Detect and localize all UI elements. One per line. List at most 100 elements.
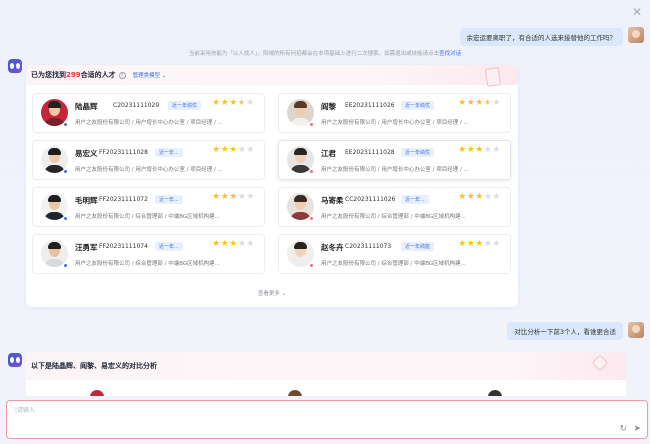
star-icon: ★ — [475, 145, 484, 155]
candidate-card[interactable]: 赵冬卉 C20231111073 近一年绩能 ★★★★★ 用户之友股份有限公司 … — [278, 234, 511, 274]
rating-stars: ★★★★★ — [458, 145, 501, 155]
send-icon[interactable]: ➤ — [633, 424, 641, 434]
candidate-org-path: 用户之友股份有限公司 / 综合管理部 / 中端BG区域机构建... — [75, 261, 220, 267]
male-gender-icon — [63, 122, 68, 127]
star-icon: ★ — [466, 192, 476, 202]
star-icon: ★ — [458, 98, 467, 108]
star-icon: ★ — [246, 98, 255, 108]
candidate-name[interactable]: 江君 — [321, 148, 336, 159]
female-gender-icon — [309, 263, 314, 268]
star-icon: ★ — [212, 98, 221, 108]
candidate-card[interactable]: 毛明辉 FF20231111072 近一年... ★★★★★ 用户之友股份有限公… — [32, 187, 265, 227]
candidate-card[interactable]: 陆晶辉 C20231111029 近一年绩优 ★★★★★ 用户之友股份有限公司 … — [32, 93, 265, 133]
candidate-card[interactable]: 马寄柔 CC20231111026 近一年... ★★★★★ 用户之友股份有限公… — [278, 187, 511, 227]
chat-input-box[interactable]: ↻ ➤ — [6, 400, 648, 439]
performance-tag: 近一年绩优 — [401, 148, 435, 157]
star-icon: ★ — [229, 98, 238, 108]
candidate-name[interactable]: 毛明辉 — [75, 195, 98, 206]
candidate-card[interactable]: 易宏义 FF20231111028 近一年... ★★★★★ 用户之友股份有限公… — [32, 140, 265, 180]
refresh-icon[interactable]: ↻ — [619, 424, 627, 434]
star-icon: ★ — [246, 239, 255, 249]
candidate-grid: 陆晶辉 C20231111029 近一年绩优 ★★★★★ 用户之友股份有限公司 … — [32, 93, 511, 274]
close-icon[interactable]: ✕ — [630, 5, 644, 19]
star-icon: ★ — [466, 239, 476, 249]
candidate-name[interactable]: 易宏义 — [75, 148, 98, 159]
compare-title: 以下是陆晶辉、阎黎、易宏义的对比分析 — [31, 362, 157, 370]
candidate-photo — [90, 390, 104, 396]
star-icon: ★ — [466, 145, 476, 155]
user-avatar — [628, 27, 644, 43]
candidate-card[interactable]: 阎黎 EE20231111026 近一年绩优 ★★★★★ 用户之友股份有限公司 … — [278, 93, 511, 133]
performance-tag: 近一年... — [155, 195, 183, 204]
manage-model-dropdown[interactable]: 管理类模型 ⌄ — [133, 71, 167, 79]
document-illustration-icon — [484, 67, 502, 87]
candidate-name[interactable]: 汪勇军 — [75, 242, 98, 253]
star-icon: ★ — [475, 192, 484, 202]
rating-stars: ★★★★★ — [458, 98, 501, 108]
chevron-down-icon: ⌄ — [161, 73, 167, 79]
compare-panel-header: 以下是陆晶辉、阎黎、易宏义的对比分析 — [26, 352, 626, 380]
notice-link[interactable]: 查找对话 — [439, 51, 461, 57]
female-gender-icon — [309, 169, 314, 174]
rating-stars: ★★★★★ — [458, 239, 501, 249]
performance-tag: 近一年绩优 — [168, 101, 202, 110]
assistant-avatar-icon — [8, 353, 22, 367]
star-icon: ★ — [466, 98, 476, 108]
star-icon: ★ — [458, 192, 467, 202]
candidate-code: CC20231111026 — [345, 196, 396, 203]
candidate-org-path: 用户之友股份有限公司 / 综合管理部 / 中端BG区域机构建... — [321, 261, 466, 267]
star-icon: ★ — [458, 239, 467, 249]
candidate-org-path: 用户之友股份有限公司 / 综合管理部 / 中端BG区域机构建... — [75, 214, 220, 220]
rating-stars: ★★★★★ — [212, 98, 255, 108]
user-message: 余宏运要离职了，有合适的人选来接替他的工作吗？ — [459, 28, 623, 46]
star-icon: ★ — [229, 239, 238, 249]
candidate-name[interactable]: 阎黎 — [321, 101, 336, 112]
candidate-code: EE20231111026 — [345, 102, 395, 109]
performance-tag: 近一年绩能 — [401, 242, 435, 251]
star-icon: ★ — [220, 192, 230, 202]
candidate-org-path: 用户之友股份有限公司 / 用户增长中心办公室 / 项目经理 / ... — [321, 167, 469, 173]
user-avatar — [628, 322, 644, 338]
star-icon: ★ — [492, 239, 501, 249]
star-icon: ★ — [492, 145, 501, 155]
candidate-name[interactable]: 马寄柔 — [321, 195, 344, 206]
result-title: 已为您找到299合适的人才 — [31, 71, 116, 79]
performance-tag: 近一年... — [155, 242, 183, 251]
star-icon: ★ — [492, 98, 501, 108]
candidate-photo — [488, 390, 502, 396]
star-icon: ★ — [246, 192, 255, 202]
star-icon: ★ — [220, 145, 230, 155]
rating-stars: ★★★★★ — [212, 239, 255, 249]
compare-panel: 以下是陆晶辉、阎黎、易宏义的对比分析 — [26, 352, 626, 396]
star-icon: ★ — [212, 239, 221, 249]
help-icon[interactable]: ? — [118, 71, 126, 79]
view-more-button[interactable]: 查看更多 ⌄ — [26, 289, 518, 297]
male-gender-icon — [63, 263, 68, 268]
star-icon: ★ — [246, 145, 255, 155]
male-gender-icon — [63, 216, 68, 221]
chat-input[interactable] — [15, 407, 575, 414]
star-icon: ★ — [229, 145, 238, 155]
candidate-card[interactable]: 江君 EE20231111028 近一年绩优 ★★★★★ 用户之友股份有限公司 … — [278, 140, 511, 180]
star-icon: ★ — [220, 239, 230, 249]
chevron-down-icon: ⌄ — [281, 291, 287, 297]
result-count: 299 — [66, 71, 81, 79]
candidate-code: FF20231111074 — [99, 243, 148, 250]
star-icon: ★ — [212, 145, 221, 155]
candidate-card[interactable]: 汪勇军 FF20231111074 近一年... ★★★★★ 用户之友股份有限公… — [32, 234, 265, 274]
male-gender-icon — [63, 169, 68, 174]
compare-illustration-icon — [591, 354, 609, 372]
candidate-code: FF20231111072 — [99, 196, 148, 203]
candidate-name[interactable]: 赵冬卉 — [321, 242, 344, 253]
star-icon: ★ — [475, 98, 484, 108]
candidate-code: EE20231111028 — [345, 149, 395, 156]
performance-tag: 近一年... — [401, 195, 429, 204]
user-message: 对比分析一下前3个人，看谁更合适 — [507, 322, 623, 340]
candidate-org-path: 用户之友股份有限公司 / 用户增长中心办公室 / 项目经理 / ... — [321, 120, 469, 126]
candidate-name[interactable]: 陆晶辉 — [75, 101, 98, 112]
candidate-code: C20231111029 — [113, 102, 160, 109]
result-panel: 已为您找到299合适的人才 ? 管理类模型 ⌄ 陆晶辉 C20231111029… — [26, 65, 518, 307]
assistant-avatar-icon — [8, 59, 22, 73]
rating-stars: ★★★★★ — [212, 145, 255, 155]
rating-stars: ★★★★★ — [212, 192, 255, 202]
